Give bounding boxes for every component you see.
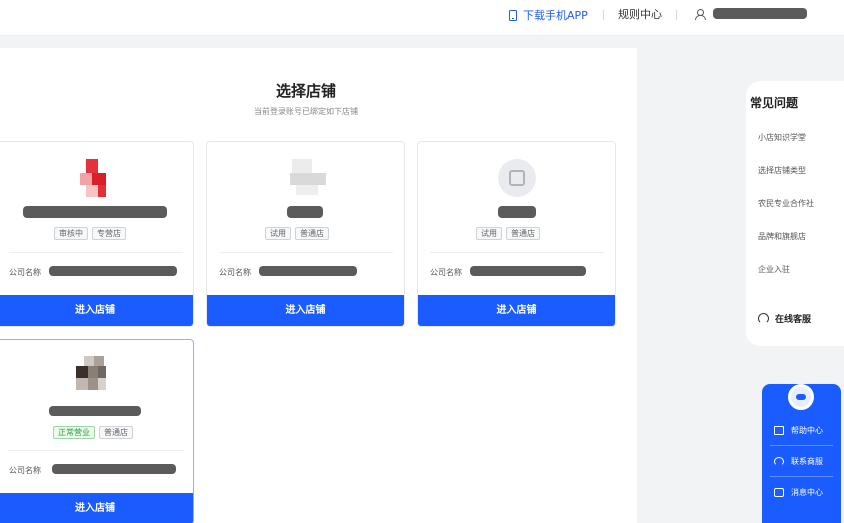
store-logo (76, 159, 112, 197)
store-type-badge: 专营店 (92, 227, 126, 240)
contact-merchant-service-label: 联系商服 (791, 456, 823, 466)
store-card[interactable]: 试用 普通店 公司名称 进入店铺 (206, 141, 405, 327)
faq-item-store-type[interactable]: 选择店铺类型 (758, 165, 806, 176)
user-name-redacted[interactable] (713, 8, 807, 19)
store-name-redacted (287, 206, 323, 218)
robot-assistant-icon[interactable] (788, 384, 814, 410)
store-logo (290, 159, 326, 197)
enter-store-button[interactable]: 进入店铺 (0, 493, 193, 523)
faq-panel: 常见问题 小店知识学堂 选择店铺类型 农民专业合作社 品牌和旗舰店 企业入驻 在… (746, 81, 844, 346)
faq-item-enterprise[interactable]: 企业入驻 (758, 264, 790, 275)
store-name-redacted (49, 406, 141, 416)
download-app-label: 下载手机APP (523, 9, 588, 22)
status-badge: 试用 (265, 227, 291, 240)
divider (9, 450, 183, 451)
help-center-label: 帮助中心 (791, 425, 823, 435)
store-name-redacted (498, 206, 536, 218)
page-subtitle: 当前登录账号已绑定如下店铺 (254, 107, 358, 116)
company-name-label: 公司名称 (9, 466, 41, 475)
status-badge: 试用 (476, 227, 502, 240)
company-name-redacted (52, 464, 176, 474)
company-name-redacted (470, 266, 586, 276)
store-card[interactable]: 试用 普通店 公司名称 进入店铺 (417, 141, 616, 327)
help-center-icon (774, 425, 784, 435)
status-badge: 正常营业 (53, 426, 95, 439)
store-name-redacted (23, 206, 167, 218)
store-tags: 试用 普通店 (476, 227, 540, 240)
faq-title: 常见问题 (750, 96, 799, 110)
message-center-button[interactable]: 消息中心 (762, 477, 841, 507)
divider (603, 10, 604, 20)
company-name-label: 公司名称 (430, 268, 462, 277)
enter-store-button[interactable]: 进入店铺 (207, 295, 404, 326)
company-name-redacted (49, 266, 177, 276)
enter-store-button[interactable]: 进入店铺 (418, 295, 615, 326)
online-service-label: 在线客服 (775, 315, 812, 325)
help-widget: 帮助中心 联系商服 消息中心 (762, 384, 841, 523)
faq-item-store-academy[interactable]: 小店知识学堂 (758, 132, 806, 143)
store-card[interactable]: 正常营业 普通店 公司名称 进入店铺 (0, 339, 194, 523)
divider (430, 252, 604, 253)
company-name-redacted (259, 266, 357, 276)
store-tags: 审核中 专营店 (54, 227, 126, 240)
store-tags: 试用 普通店 (265, 227, 329, 240)
online-service-link[interactable]: 在线客服 (758, 312, 811, 325)
message-center-label: 消息中心 (791, 487, 823, 497)
headset-icon (758, 313, 769, 324)
store-type-badge: 普通店 (295, 227, 329, 240)
faq-item-cooperative[interactable]: 农民专业合作社 (758, 198, 814, 209)
store-logo (498, 159, 536, 197)
divider (676, 10, 677, 20)
top-bar: 下载手机APP 规则中心 (0, 0, 844, 36)
store-tags: 正常营业 普通店 (53, 426, 133, 439)
page-title: 选择店铺 (275, 82, 336, 100)
enter-store-button[interactable]: 进入店铺 (0, 295, 193, 326)
download-app-link[interactable]: 下载手机APP (509, 8, 588, 22)
phone-icon (509, 9, 517, 21)
company-name-label: 公司名称 (219, 268, 251, 277)
divider (219, 252, 393, 253)
contact-merchant-service-button[interactable]: 联系商服 (762, 446, 841, 476)
store-type-badge: 普通店 (99, 426, 133, 439)
company-name-label: 公司名称 (9, 268, 41, 277)
help-center-button[interactable]: 帮助中心 (762, 415, 841, 445)
store-card[interactable]: 审核中 专营店 公司名称 进入店铺 (0, 141, 194, 327)
divider (9, 252, 183, 253)
headset-icon (774, 456, 784, 466)
status-badge: 审核中 (54, 227, 88, 240)
message-icon (774, 487, 784, 497)
store-logo (74, 356, 110, 394)
store-type-badge: 普通店 (506, 227, 540, 240)
user-icon (695, 9, 706, 20)
rules-center-link[interactable]: 规则中心 (618, 8, 662, 22)
faq-item-brand-flagship[interactable]: 品牌和旗舰店 (758, 231, 806, 242)
store-selection-panel: 选择店铺 当前登录账号已绑定如下店铺 审核中 专营店 公司名称 进入店铺 试用 (0, 48, 637, 523)
